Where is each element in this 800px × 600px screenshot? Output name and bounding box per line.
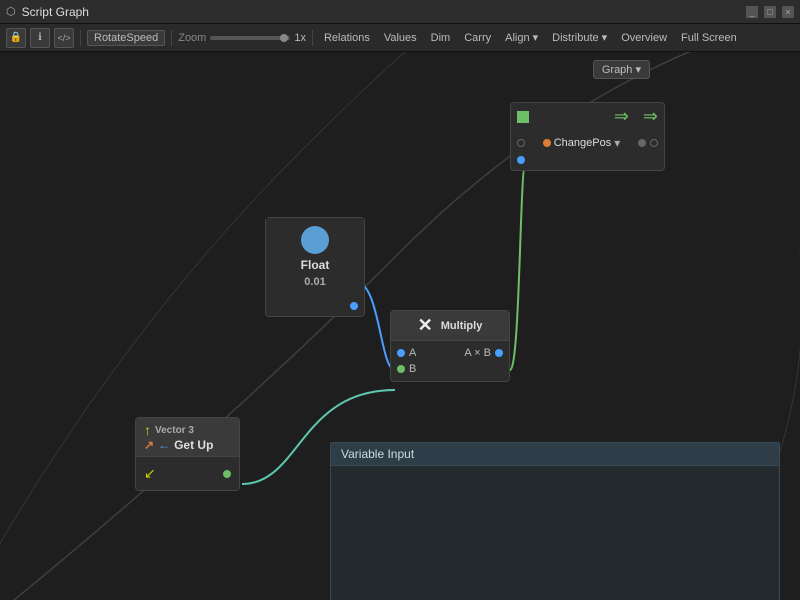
app-icon: ⬡ bbox=[6, 5, 16, 18]
changepos-right bbox=[638, 139, 658, 147]
changepos-body: ChangePos ▾ bbox=[511, 130, 664, 170]
nav-dim[interactable]: Dim bbox=[426, 31, 456, 45]
variable-input-title: Variable Input bbox=[341, 447, 414, 461]
titlebar: ⬡ Script Graph _ □ × bbox=[0, 0, 800, 24]
changepos-center: ChangePos ▾ bbox=[543, 136, 621, 150]
info-button[interactable]: ℹ bbox=[30, 28, 50, 48]
vector-sub-label: Vector 3 bbox=[155, 425, 194, 436]
win-maximize[interactable]: □ bbox=[764, 6, 776, 18]
changepos-dropdown[interactable]: ▾ bbox=[614, 136, 620, 150]
canvas-area[interactable]: Graph ▾ ⇒ ⇒ ChangePos ▾ bbox=[0, 52, 800, 600]
zoom-label: Zoom bbox=[178, 32, 206, 44]
exec-arrow-out: ⇒ bbox=[643, 106, 658, 127]
nav-fullscreen[interactable]: Full Screen bbox=[676, 31, 742, 45]
float-header: Float 0.01 bbox=[266, 218, 364, 296]
changepos-port-orange[interactable] bbox=[543, 139, 551, 147]
float-circle bbox=[301, 226, 329, 254]
nav-values[interactable]: Values bbox=[379, 31, 422, 45]
multiply-port-axb-row: A × B bbox=[464, 347, 503, 359]
nav-carry[interactable]: Carry bbox=[459, 31, 496, 45]
graph-label-text: Graph ▾ bbox=[602, 63, 641, 76]
sep1 bbox=[80, 30, 81, 46]
zoom-value: 1x bbox=[294, 32, 306, 44]
changepos-port-empty[interactable] bbox=[650, 139, 658, 147]
changepos-exec-in[interactable] bbox=[517, 111, 529, 123]
vector-left-icon: ← bbox=[158, 438, 170, 452]
node-float: Float 0.01 bbox=[265, 217, 365, 317]
changepos-main-row: ChangePos ▾ bbox=[511, 134, 664, 152]
changepos-left bbox=[517, 139, 525, 147]
vector-header: ↑ Vector 3 ↗ ← Get Up bbox=[136, 418, 239, 457]
vector-move-icon: ↗ bbox=[144, 438, 154, 452]
multiply-port-b-label: B bbox=[409, 363, 416, 375]
lock-button[interactable]: 🔒 bbox=[6, 28, 26, 48]
changepos-port-in[interactable] bbox=[517, 139, 525, 147]
vector-label: Get Up bbox=[174, 438, 213, 452]
variable-input-panel: Variable Input bbox=[330, 442, 780, 600]
multiply-port-axb-out[interactable] bbox=[495, 349, 503, 357]
nav-align[interactable]: Align ▾ bbox=[500, 30, 543, 45]
vector-down-arrow-icon: ↙ bbox=[144, 465, 156, 482]
multiply-port-b-in[interactable] bbox=[397, 365, 405, 373]
app-title: Script Graph bbox=[22, 5, 740, 19]
multiply-port-a-in[interactable] bbox=[397, 349, 405, 357]
changepos-port-out[interactable] bbox=[638, 139, 646, 147]
sep2 bbox=[171, 30, 172, 46]
float-out-port bbox=[266, 300, 364, 312]
zoom-slider[interactable] bbox=[210, 36, 290, 40]
win-close[interactable]: × bbox=[782, 6, 794, 18]
win-minimize[interactable]: _ bbox=[746, 6, 758, 18]
multiply-port-a-row: A bbox=[397, 347, 416, 359]
multiply-port-b-row: B bbox=[391, 361, 509, 377]
changepos-sub-port bbox=[511, 154, 664, 166]
code-button[interactable]: </> bbox=[54, 28, 74, 48]
node-multiply: ✕ Multiply A A × B B bbox=[390, 310, 510, 382]
multiply-header: ✕ Multiply bbox=[391, 311, 509, 341]
graph-label[interactable]: Graph ▾ bbox=[593, 60, 650, 79]
exec-arrow-right: ⇒ bbox=[614, 106, 629, 127]
multiply-icon: ✕ bbox=[418, 315, 433, 336]
rotate-speed-label: RotateSpeed bbox=[87, 30, 165, 46]
node-changepos: ⇒ ⇒ ChangePos ▾ bbox=[510, 102, 665, 171]
multiply-label: Multiply bbox=[441, 320, 483, 332]
vector-port-out[interactable] bbox=[223, 470, 231, 478]
changepos-port-blue[interactable] bbox=[517, 156, 525, 164]
float-body bbox=[266, 296, 364, 316]
float-value: 0.01 bbox=[304, 276, 325, 288]
vector-body: ↙ bbox=[136, 457, 239, 490]
toolbar: 🔒 ℹ </> RotateSpeed Zoom 1x Relations Va… bbox=[0, 24, 800, 52]
float-port-out[interactable] bbox=[350, 302, 358, 310]
changepos-label: ChangePos bbox=[554, 137, 612, 149]
vector-up-arrow-icon: ↑ bbox=[144, 422, 151, 438]
multiply-body: A A × B B bbox=[391, 341, 509, 381]
changepos-exec-row: ⇒ ⇒ bbox=[511, 103, 664, 130]
multiply-port-a-label: A bbox=[409, 347, 416, 359]
float-label: Float bbox=[301, 258, 330, 272]
nav-overview[interactable]: Overview bbox=[616, 31, 672, 45]
zoom-container: Zoom 1x bbox=[178, 32, 306, 44]
nav-relations[interactable]: Relations bbox=[319, 31, 375, 45]
node-vector: ↑ Vector 3 ↗ ← Get Up ↙ bbox=[135, 417, 240, 491]
sep3 bbox=[312, 30, 313, 46]
nav-distribute[interactable]: Distribute ▾ bbox=[547, 30, 612, 45]
multiply-port-axb-label: A × B bbox=[464, 347, 491, 359]
variable-input-header: Variable Input bbox=[331, 443, 779, 466]
